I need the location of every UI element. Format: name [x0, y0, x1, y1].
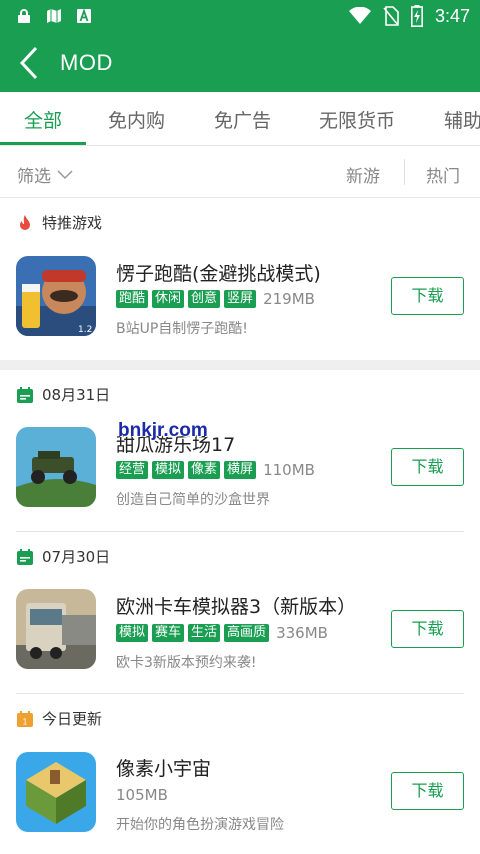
filter-bar: 筛选 新游 热门 [0, 146, 480, 198]
tag: 跑酷 [116, 290, 149, 308]
section-title: 08月31日 [42, 386, 111, 404]
font-icon [77, 8, 91, 23]
today-calendar-icon: 1 [17, 710, 33, 727]
filter-label: 筛选 [17, 167, 51, 187]
svg-text:1.2: 1.2 [78, 325, 92, 335]
section-title: 今日更新 [42, 710, 103, 728]
category-tabs: 全部 免内购 免广告 无限货币 辅助 [0, 92, 480, 146]
app-size: 336MB [276, 624, 328, 642]
app-icon[interactable]: 1.2 [16, 256, 96, 336]
tag: 休闲 [152, 290, 185, 308]
sort-divider [404, 159, 405, 185]
app-name[interactable]: 愣子跑酷(金避挑战模式) [116, 259, 321, 286]
wifi-icon [348, 7, 371, 24]
battery-icon [410, 5, 423, 27]
section-header-today: 1 今日更新 [16, 708, 102, 729]
divider [16, 531, 464, 532]
tag: 生活 [188, 624, 221, 642]
svg-text:1: 1 [22, 717, 27, 726]
app-tags: 模拟 赛车 生活 高画质 336MB [116, 624, 328, 642]
divider [16, 693, 464, 694]
tab-assist[interactable]: 辅助 [444, 106, 480, 133]
tag: 模拟 [152, 461, 185, 479]
section-header-featured: 特推游戏 [16, 212, 102, 233]
page-title: MOD [60, 50, 113, 75]
filter-dropdown[interactable]: 筛选 [17, 162, 73, 187]
app-description: 创造自己简单的沙盒世界 [116, 492, 270, 508]
tag: 竖屏 [224, 290, 257, 308]
active-tab-indicator [0, 142, 86, 145]
app-size: 110MB [263, 461, 315, 479]
download-button[interactable]: 下载 [391, 277, 464, 315]
calendar-icon [17, 548, 33, 565]
status-time: 3:47 [434, 5, 470, 26]
map-icon [47, 9, 61, 23]
watermark: bnkjr.com [118, 420, 208, 441]
tag: 横屏 [224, 461, 257, 479]
tab-unlimited-currency[interactable]: 无限货币 [319, 106, 395, 133]
download-button[interactable]: 下载 [391, 772, 464, 810]
section-title: 07月30日 [42, 548, 111, 566]
download-button[interactable]: 下载 [391, 448, 464, 486]
calendar-icon [17, 386, 33, 403]
section-header-date: 07月30日 [16, 546, 110, 567]
back-arrow-icon[interactable] [14, 44, 50, 82]
app-size: 105MB [116, 786, 168, 804]
tag: 像素 [188, 461, 221, 479]
app-name[interactable]: 像素小宇宙 [116, 754, 211, 781]
app-tags: 跑酷 休闲 创意 竖屏 219MB [116, 290, 315, 308]
sort-hot-button[interactable]: 热门 [426, 162, 460, 187]
app-size: 219MB [263, 290, 315, 308]
tag: 经营 [116, 461, 149, 479]
app-description: 开始你的角色扮演游戏冒险 [116, 817, 284, 833]
tag: 高画质 [224, 624, 270, 642]
lock-icon [18, 9, 30, 23]
download-button[interactable]: 下载 [391, 610, 464, 648]
section-header-date: 08月31日 [16, 384, 110, 405]
app-tags: 经营 模拟 像素 横屏 110MB [116, 461, 315, 479]
sort-new-button[interactable]: 新游 [346, 162, 380, 187]
app-name[interactable]: 欧洲卡车模拟器3（新版本） [116, 592, 356, 619]
app-bar: MOD [0, 34, 480, 92]
tag: 赛车 [152, 624, 185, 642]
tag: 模拟 [116, 624, 149, 642]
app-description: 欧卡3新版本预约来袭! [116, 655, 257, 671]
app-description: B站UP自制愣子跑酷! [116, 321, 248, 337]
app-icon[interactable] [16, 752, 96, 832]
app-icon[interactable] [16, 427, 96, 507]
section-gap [0, 360, 480, 370]
status-bar: 3:47 [0, 0, 480, 34]
no-sim-icon [383, 6, 399, 26]
tab-no-ads[interactable]: 免广告 [214, 106, 271, 133]
tag: 创意 [188, 290, 221, 308]
flame-icon [20, 214, 30, 230]
tab-all[interactable]: 全部 [24, 106, 62, 133]
tab-no-iap[interactable]: 免内购 [108, 106, 165, 133]
section-title: 特推游戏 [42, 214, 103, 232]
app-icon[interactable] [16, 589, 96, 669]
chevron-down-icon [57, 169, 73, 179]
